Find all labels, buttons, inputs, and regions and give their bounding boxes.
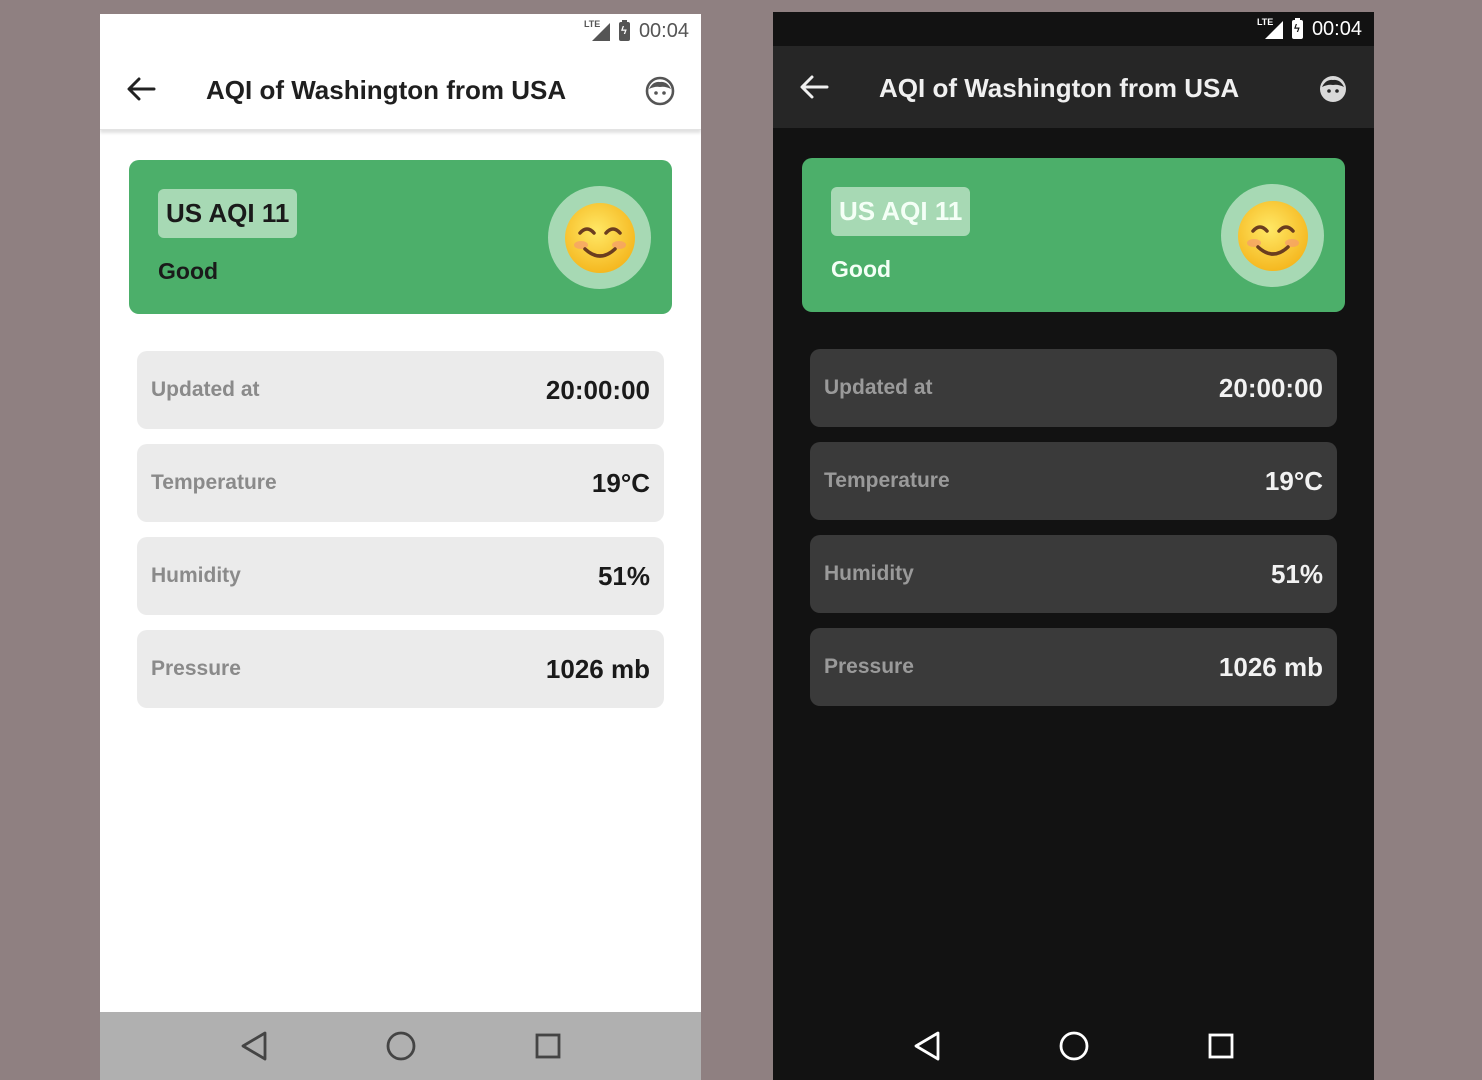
phone-dark-theme: LTE ϟ 00:04 AQI of Washington from USA U… (773, 12, 1374, 1080)
app-bar: AQI of Washington from USA (773, 46, 1374, 128)
updated-label: Updated at (824, 376, 933, 399)
temperature-label: Temperature (151, 471, 277, 494)
humidity-row: Humidity 51% (810, 535, 1337, 613)
pressure-value: 1026 mb (545, 653, 650, 684)
humidity-value: 51% (1270, 558, 1323, 589)
phone-light-theme: LTE ϟ 00:04 AQI of Washington from USA U… (100, 14, 701, 1080)
page-title: AQI of Washington from USA (206, 75, 567, 105)
status-bar: LTE ϟ 00:04 (100, 14, 701, 48)
smiley-emoji-icon (548, 186, 651, 289)
face-icon[interactable] (1318, 74, 1348, 104)
nav-back-icon[interactable] (909, 1028, 945, 1064)
humidity-row: Humidity 51% (137, 537, 664, 615)
signal-icon: LTE (1257, 17, 1283, 39)
temperature-value: 19°C (1264, 465, 1323, 496)
aqi-status: Good (158, 258, 219, 284)
temperature-label: Temperature (824, 469, 950, 492)
pressure-label: Pressure (824, 655, 914, 678)
aqi-card: US AQI 11 Good (802, 158, 1345, 312)
pressure-label: Pressure (151, 657, 241, 680)
nav-recents-icon[interactable] (530, 1028, 566, 1064)
aqi-card: US AQI 11 Good (129, 160, 672, 314)
navigation-bar (100, 1012, 701, 1080)
updated-label: Updated at (151, 378, 260, 401)
details-list: Updated at 20:00:00 Temperature 19°C Hum… (802, 349, 1345, 706)
navigation-bar (773, 1012, 1374, 1080)
temperature-row: Temperature 19°C (810, 442, 1337, 520)
nav-back-icon[interactable] (236, 1028, 272, 1064)
humidity-label: Humidity (151, 564, 241, 587)
humidity-value: 51% (597, 560, 650, 591)
nav-home-icon[interactable] (1056, 1028, 1092, 1064)
pressure-row: Pressure 1026 mb (810, 628, 1337, 706)
battery-icon: ϟ (618, 19, 630, 41)
temperature-row: Temperature 19°C (137, 444, 664, 522)
nav-recents-icon[interactable] (1203, 1028, 1239, 1064)
status-time: 00:04 (638, 19, 689, 42)
face-icon[interactable] (645, 76, 675, 106)
status-bar: LTE ϟ 00:04 (773, 12, 1374, 46)
humidity-label: Humidity (824, 562, 914, 585)
status-time: 00:04 (1311, 17, 1362, 40)
signal-icon: LTE (584, 19, 610, 41)
battery-icon: ϟ (1291, 17, 1303, 39)
app-bar: AQI of Washington from USA (100, 48, 701, 130)
updated-value: 20:00:00 (1218, 372, 1323, 403)
temperature-value: 19°C (591, 467, 650, 498)
updated-row: Updated at 20:00:00 (137, 351, 664, 429)
aqi-status: Good (831, 256, 892, 282)
details-list: Updated at 20:00:00 Temperature 19°C Hum… (129, 351, 672, 708)
updated-row: Updated at 20:00:00 (810, 349, 1337, 427)
page-title: AQI of Washington from USA (879, 73, 1240, 103)
main-content: US AQI 11 Good Updated at 20:00:00 Tempe… (100, 130, 701, 708)
main-content: US AQI 11 Good Updated at 20:00:00 Tempe… (773, 128, 1374, 706)
updated-value: 20:00:00 (545, 374, 650, 405)
back-arrow-icon[interactable] (126, 76, 156, 102)
pressure-row: Pressure 1026 mb (137, 630, 664, 708)
smiley-emoji-icon (1221, 184, 1324, 287)
aqi-badge: US AQI 11 (831, 187, 971, 236)
back-arrow-icon[interactable] (799, 74, 829, 100)
aqi-badge: US AQI 11 (158, 189, 298, 238)
nav-home-icon[interactable] (383, 1028, 419, 1064)
pressure-value: 1026 mb (1218, 651, 1323, 682)
